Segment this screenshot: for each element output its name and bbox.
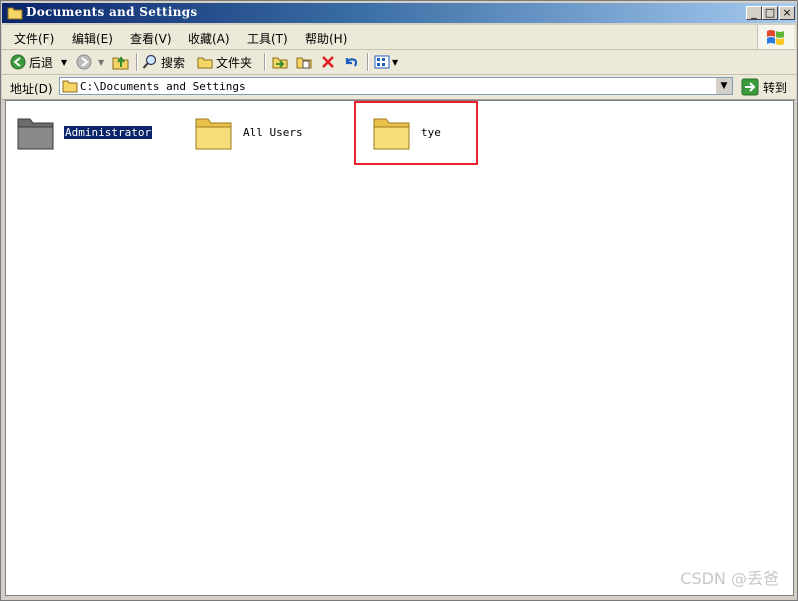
delete-icon [322, 56, 334, 68]
back-dropdown-icon[interactable]: ▼ [61, 58, 67, 67]
file-list-pane[interactable]: Administrator All Users tye CSDN @丢爸 [5, 100, 794, 596]
close-icon: × [782, 6, 792, 19]
window-title: Documents and Settings [26, 5, 198, 19]
folder-item-administrator[interactable]: Administrator [16, 111, 154, 153]
windows-logo [757, 25, 794, 49]
maximize-button[interactable]: □ [762, 6, 778, 20]
close-button[interactable]: × [779, 6, 795, 20]
undo-icon [345, 58, 358, 67]
views-grid-icon [374, 55, 390, 69]
folder-label: Administrator [62, 124, 154, 140]
search-label: 搜索 [161, 55, 186, 70]
menu-view[interactable]: 查看(V) [130, 30, 172, 47]
menu-file[interactable]: 文件(F) [14, 30, 54, 47]
go-arrow-icon [741, 78, 759, 96]
menu-edit[interactable]: 编辑(E) [72, 30, 113, 47]
menu-bar: 文件(F) 编辑(E) 查看(V) 收藏(A) 工具(T) 帮助(H) [2, 25, 796, 50]
address-value: C:\Documents and Settings [80, 80, 246, 93]
standard-toolbar: 后退 ▼ ▼ 搜索 文件夹 ▼ [2, 50, 796, 75]
folder-icon [7, 7, 23, 20]
back-label: 后退 [29, 55, 54, 70]
views-dropdown-icon[interactable]: ▼ [392, 58, 398, 67]
address-dropdown-button[interactable]: ▼ [715, 78, 732, 94]
windows-flag-icon [767, 30, 784, 45]
minimize-icon: _ [751, 6, 757, 19]
folders-label: 文件夹 [216, 55, 253, 70]
folder-icon [195, 118, 232, 150]
address-label: 地址(D) [10, 82, 53, 96]
folder-item-all-users[interactable]: All Users [194, 111, 304, 153]
minimize-button[interactable]: _ [746, 6, 762, 20]
search-icon [142, 54, 157, 69]
title-bar[interactable]: Documents and Settings _ □ × [2, 3, 796, 23]
move-to-icon [272, 57, 288, 69]
forward-arrow-icon [76, 54, 92, 70]
copy-to-button[interactable] [296, 54, 312, 70]
menu-help[interactable]: 帮助(H) [305, 30, 347, 47]
forward-button[interactable]: ▼ [76, 54, 104, 70]
delete-button[interactable] [320, 54, 336, 70]
forward-dropdown-icon[interactable]: ▼ [98, 58, 104, 67]
menu-tools[interactable]: 工具(T) [247, 30, 288, 47]
explorer-window: Documents and Settings _ □ × 文件(F) 编辑(E)… [0, 0, 798, 601]
address-input[interactable]: C:\Documents and Settings ▼ [59, 77, 733, 95]
copy-to-icon [296, 57, 312, 69]
search-button[interactable]: 搜索 [142, 54, 185, 70]
menu-favorites[interactable]: 收藏(A) [188, 30, 230, 47]
toolbar-separator [264, 53, 266, 71]
folder-label: All Users [243, 125, 303, 139]
folder-user-icon [17, 118, 54, 150]
folders-icon [197, 57, 213, 69]
go-button[interactable]: 转到 [741, 78, 787, 96]
folders-button[interactable]: 文件夹 [197, 54, 252, 70]
move-to-button[interactable] [272, 54, 288, 70]
toolbar-separator [136, 53, 138, 71]
back-button[interactable]: 后退 ▼ [10, 54, 67, 70]
up-folder-icon [112, 56, 129, 70]
up-folder-button[interactable] [112, 54, 130, 70]
undo-button[interactable] [343, 54, 359, 70]
folder-icon [62, 80, 78, 93]
maximize-icon: □ [764, 6, 776, 19]
views-button[interactable]: ▼ [374, 54, 398, 70]
address-bar: 地址(D) C:\Documents and Settings ▼ 转到 [2, 75, 796, 100]
toolbar-separator [367, 53, 369, 71]
chevron-down-icon: ▼ [720, 81, 728, 91]
go-label: 转到 [763, 80, 788, 95]
back-arrow-icon [10, 54, 26, 70]
annotation-highlight-box [354, 101, 478, 165]
watermark: CSDN @丢爸 [680, 569, 779, 588]
